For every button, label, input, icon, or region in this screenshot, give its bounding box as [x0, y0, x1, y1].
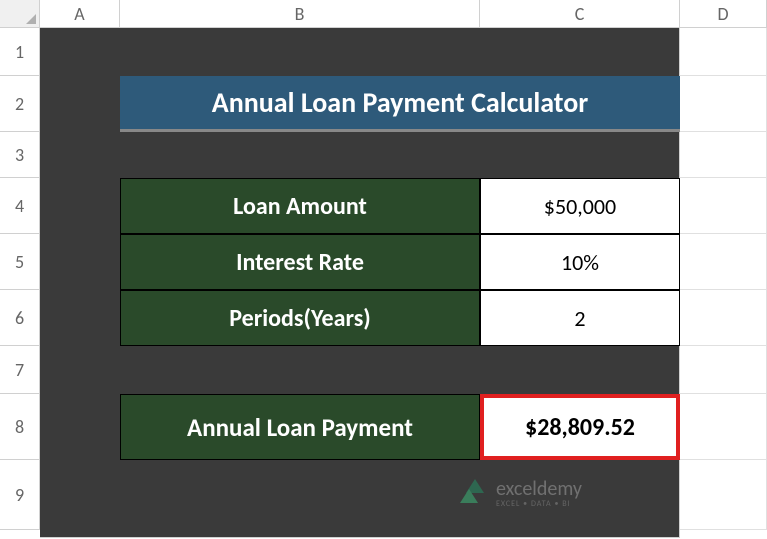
column-header-d[interactable]: D: [680, 0, 767, 28]
loan-amount-label[interactable]: Loan Amount: [120, 178, 480, 234]
title-cell[interactable]: Annual Loan Payment Calculator: [120, 76, 680, 132]
result-label[interactable]: Annual Loan Payment: [120, 394, 480, 460]
loan-amount-value[interactable]: $50,000: [480, 178, 680, 234]
watermark-tagline: EXCEL • DATA • BI: [496, 499, 582, 509]
select-all-corner[interactable]: [0, 0, 40, 28]
watermark-brand: exceldemy: [496, 479, 582, 499]
interest-rate-value[interactable]: 10%: [480, 234, 680, 290]
column-d-cells: [680, 28, 767, 538]
row-header-3[interactable]: 3: [0, 132, 40, 178]
row-header-2[interactable]: 2: [0, 76, 40, 132]
periods-value[interactable]: 2: [480, 290, 680, 346]
column-header-a[interactable]: A: [40, 0, 120, 28]
watermark: exceldemy EXCEL • DATA • BI: [460, 473, 650, 515]
row-header-9[interactable]: 9: [0, 460, 40, 530]
row-header-8[interactable]: 8: [0, 394, 40, 460]
column-header-b[interactable]: B: [120, 0, 480, 28]
watermark-logo-icon: [460, 479, 490, 509]
row-header-4[interactable]: 4: [0, 178, 40, 234]
row-header-6[interactable]: 6: [0, 290, 40, 346]
row-header-column: 1 2 3 4 5 6 7 8 9: [0, 28, 40, 530]
row-header-7[interactable]: 7: [0, 346, 40, 394]
row-header-1[interactable]: 1: [0, 28, 40, 76]
interest-rate-label[interactable]: Interest Rate: [120, 234, 480, 290]
column-header-row: A B C D: [0, 0, 767, 28]
result-value[interactable]: $28,809.52: [480, 394, 680, 460]
column-header-c[interactable]: C: [480, 0, 680, 28]
spreadsheet: A B C D 1 2 3 4 5 6 7 8 9 Annual Loan Pa…: [0, 0, 767, 539]
periods-label[interactable]: Periods(Years): [120, 290, 480, 346]
row-header-5[interactable]: 5: [0, 234, 40, 290]
grid-area[interactable]: Annual Loan Payment Calculator Loan Amou…: [40, 28, 767, 530]
